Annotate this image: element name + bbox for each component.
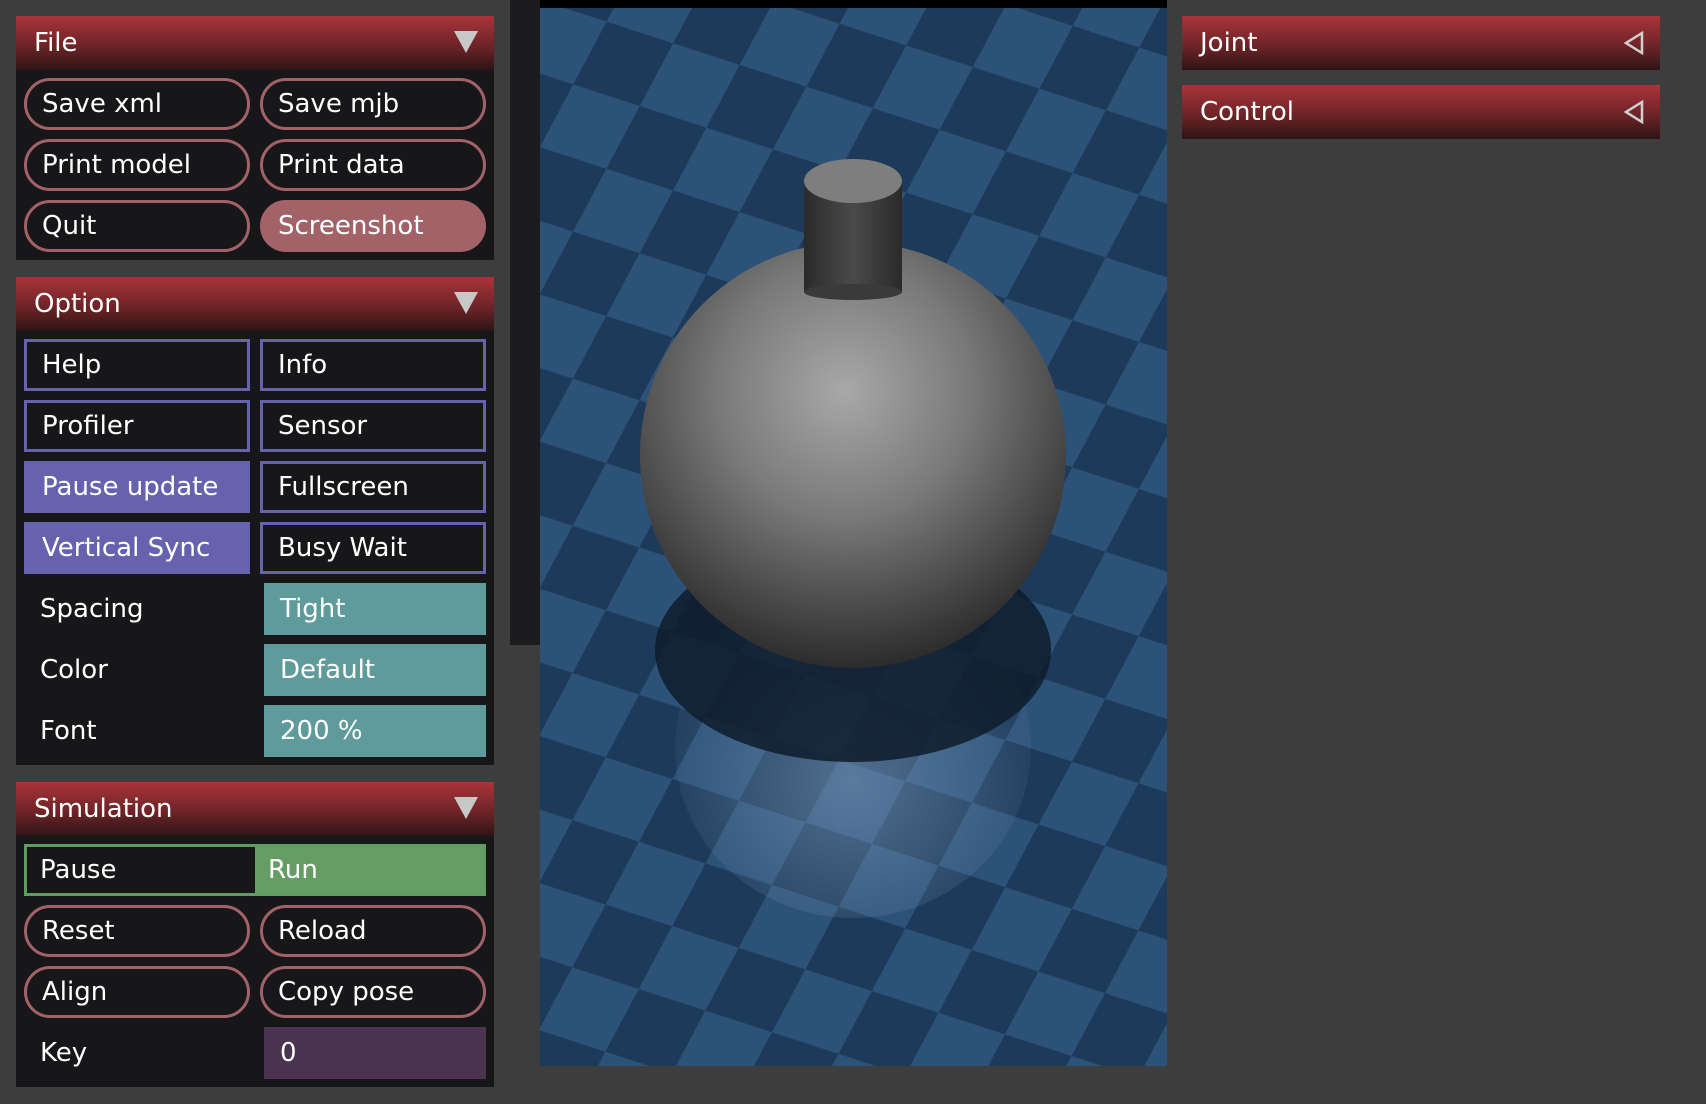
print-data-button[interactable]: Print data [260, 139, 486, 191]
pause-run-radio: Pause Run [24, 844, 486, 896]
cylinder-bottom [804, 284, 902, 300]
file-section: File Save xml Save mjb Print model Print… [16, 16, 494, 260]
left-panel: File Save xml Save mjb Print model Print… [16, 16, 494, 1104]
profiler-checkbox[interactable]: Profiler [24, 400, 250, 452]
right-panel: Joint Control [1182, 16, 1660, 154]
info-checkbox[interactable]: Info [260, 339, 486, 391]
key-label: Key [40, 1038, 88, 1068]
triangle-down-icon [454, 292, 478, 314]
triangle-down-icon [454, 31, 478, 53]
print-model-button[interactable]: Print model [24, 139, 250, 191]
joint-section-title: Joint [1200, 28, 1258, 58]
reload-button[interactable]: Reload [260, 905, 486, 957]
top-black-strip [540, 0, 1167, 8]
fullscreen-checkbox[interactable]: Fullscreen [260, 461, 486, 513]
key-input[interactable]: 0 [264, 1027, 486, 1079]
left-panel-scrollbar[interactable] [510, 0, 540, 645]
vertical-sync-checkbox[interactable]: Vertical Sync [24, 522, 250, 574]
control-section-header[interactable]: Control [1182, 85, 1660, 139]
spacing-select[interactable]: Tight [264, 583, 486, 635]
color-label: Color [40, 655, 108, 685]
save-xml-button[interactable]: Save xml [24, 78, 250, 130]
run-radio-option[interactable]: Run [255, 847, 483, 893]
color-select[interactable]: Default [264, 644, 486, 696]
help-checkbox[interactable]: Help [24, 339, 250, 391]
sensor-checkbox[interactable]: Sensor [260, 400, 486, 452]
save-mjb-button[interactable]: Save mjb [260, 78, 486, 130]
3d-viewport[interactable] [540, 0, 1167, 1066]
triangle-left-icon [1624, 31, 1644, 55]
simulation-section: Simulation Pause Run Reset Reload Align … [16, 782, 494, 1087]
font-label: Font [40, 716, 97, 746]
copy-pose-button[interactable]: Copy pose [260, 966, 486, 1018]
triangle-down-icon [454, 797, 478, 819]
option-section-header[interactable]: Option [16, 277, 494, 331]
scene-render [540, 0, 1167, 1066]
quit-button[interactable]: Quit [24, 200, 250, 252]
pause-update-checkbox[interactable]: Pause update [24, 461, 250, 513]
option-section: Option Help Info Profiler Sensor Pause u… [16, 277, 494, 765]
font-select[interactable]: 200 % [264, 705, 486, 757]
reset-button[interactable]: Reset [24, 905, 250, 957]
cylinder-top [804, 159, 902, 203]
pause-radio-option[interactable]: Pause [27, 847, 255, 893]
simulation-section-title: Simulation [34, 794, 173, 824]
file-section-header[interactable]: File [16, 16, 494, 70]
sphere [640, 242, 1066, 668]
simulation-section-header[interactable]: Simulation [16, 782, 494, 836]
triangle-left-icon [1624, 100, 1644, 124]
file-section-title: File [34, 28, 78, 58]
joint-section-header[interactable]: Joint [1182, 16, 1660, 70]
align-button[interactable]: Align [24, 966, 250, 1018]
spacing-label: Spacing [40, 594, 144, 624]
control-section-title: Control [1200, 97, 1294, 127]
screenshot-button[interactable]: Screenshot [260, 200, 486, 252]
busy-wait-checkbox[interactable]: Busy Wait [260, 522, 486, 574]
option-section-title: Option [34, 289, 121, 319]
